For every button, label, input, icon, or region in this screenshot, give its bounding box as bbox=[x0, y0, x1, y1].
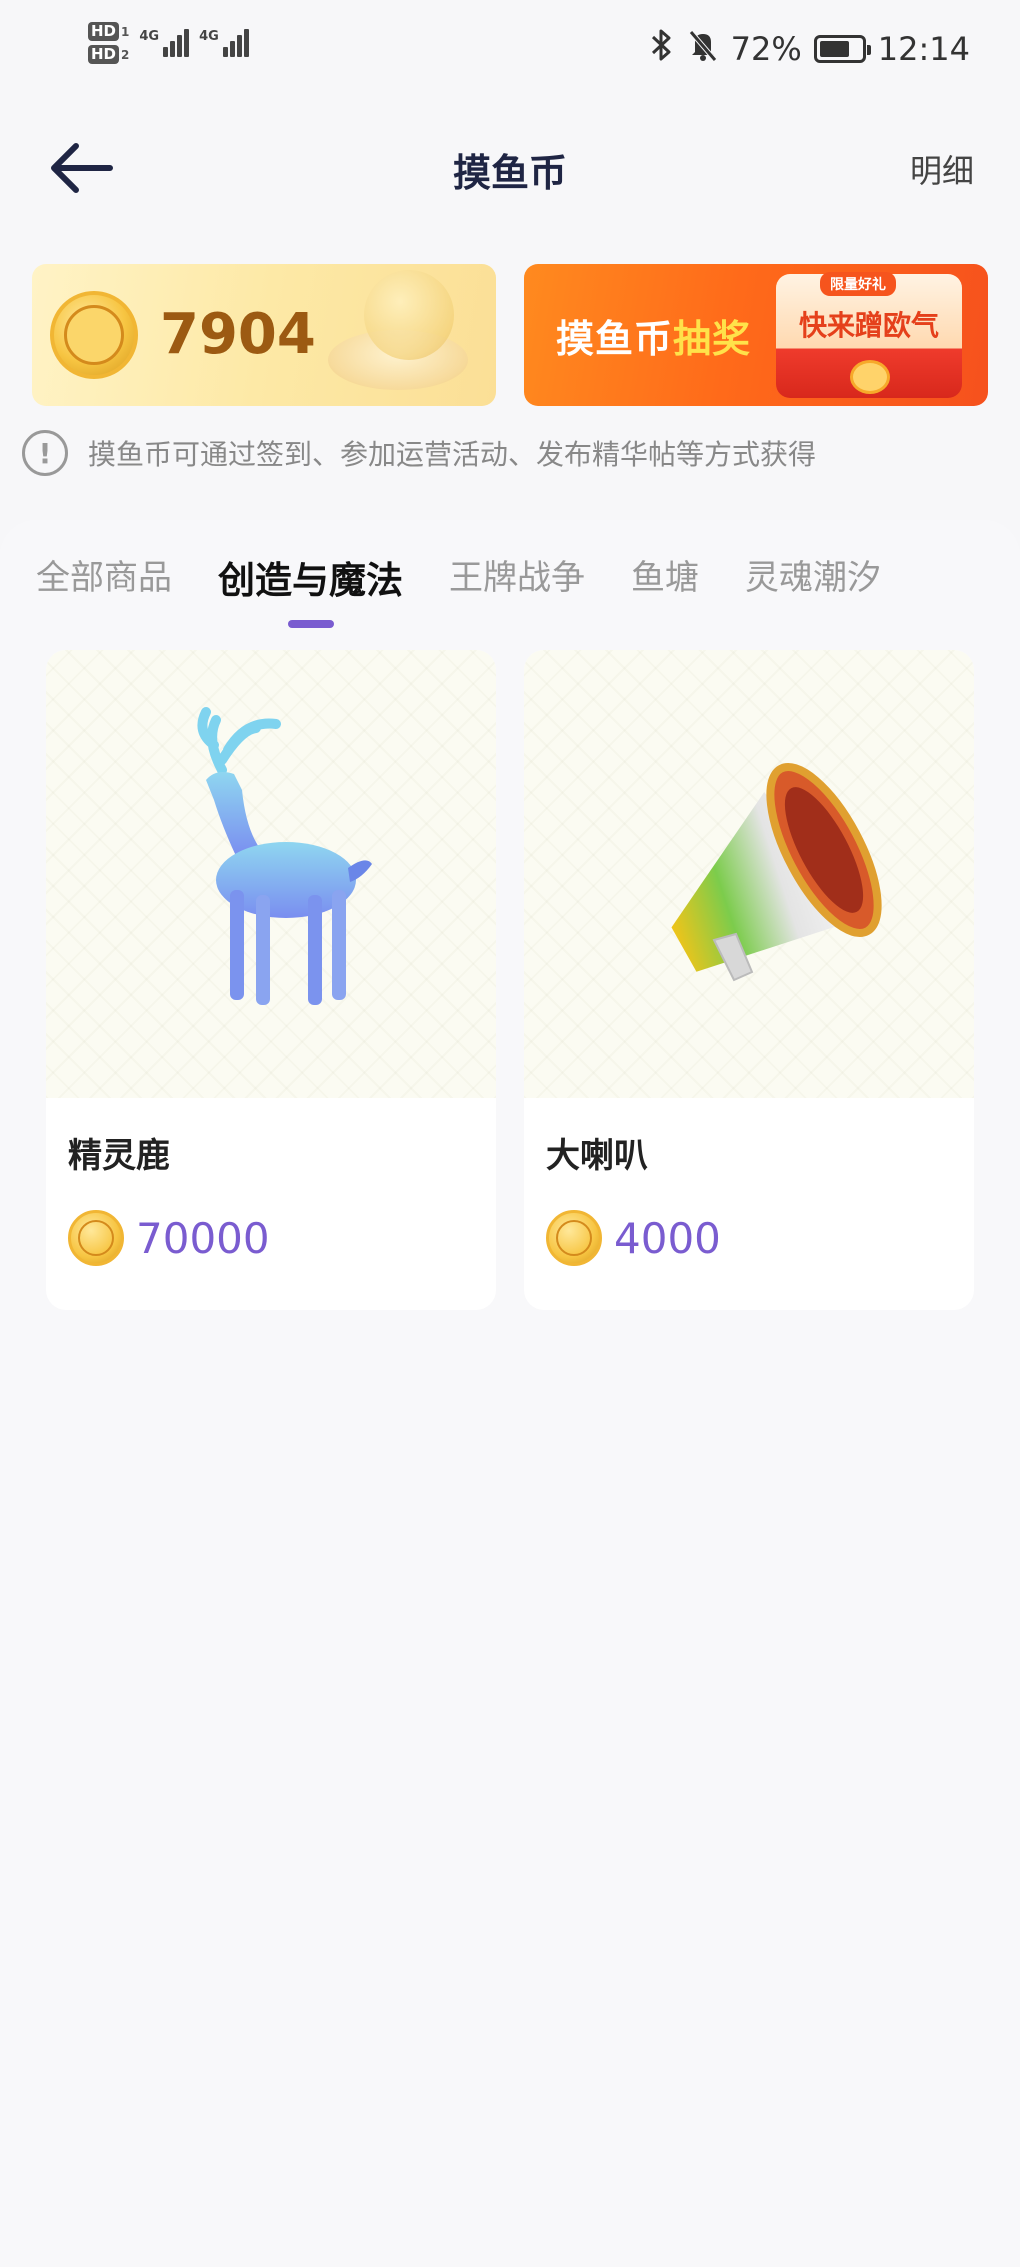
product-name: 精灵鹿 bbox=[68, 1136, 170, 1176]
battery-icon bbox=[813, 35, 871, 63]
lottery-tag: 限量好礼 bbox=[820, 272, 896, 296]
price-value: 70000 bbox=[136, 1213, 270, 1263]
hd-indicators: HD 1 HD 2 bbox=[88, 22, 129, 64]
hd-indicator-2: HD 2 bbox=[88, 45, 129, 64]
coin-icon bbox=[546, 1210, 602, 1266]
product-name: 大喇叭 bbox=[546, 1136, 648, 1176]
product-card-megaphone[interactable]: 大喇叭 4000 bbox=[524, 650, 974, 1310]
lottery-card: 限量好礼 快来蹭欧气 bbox=[776, 272, 962, 398]
product-price: 70000 bbox=[68, 1210, 270, 1266]
category-tabs: 全部商品 创造与魔法 王牌战争 鱼塘 灵魂潮汐 bbox=[36, 550, 881, 628]
network-type-2: 4G bbox=[199, 29, 219, 44]
status-left: HD 1 HD 2 4G 4G bbox=[88, 22, 249, 64]
coin-icon bbox=[68, 1210, 124, 1266]
tab-creation-magic[interactable]: 创造与魔法 bbox=[218, 550, 403, 628]
decor-coin-icon bbox=[364, 270, 454, 360]
gift-icon bbox=[850, 360, 890, 394]
hd-indicator-1: HD 1 bbox=[88, 22, 129, 41]
lottery-cta: 快来蹭欧气 bbox=[798, 309, 939, 342]
exclamation-icon: ! bbox=[22, 430, 68, 476]
product-card-deer[interactable]: 精灵鹿 70000 bbox=[46, 650, 496, 1310]
product-grid: 精灵鹿 70000 大喇叭 4000 bbox=[46, 650, 974, 1310]
tip-text: 摸鱼币可通过签到、参加运营活动、发布精华帖等方式获得 bbox=[88, 438, 817, 471]
status-right: 72% 12:14 bbox=[649, 28, 970, 70]
product-panel: 全部商品 创造与魔法 王牌战争 鱼塘 灵魂潮汐 精灵鹿 70000 大喇叭 40… bbox=[0, 520, 1020, 2267]
product-image bbox=[524, 650, 974, 1098]
price-value: 4000 bbox=[614, 1213, 721, 1263]
detail-link[interactable]: 明细 bbox=[910, 146, 974, 192]
app-header: 摸鱼币 明细 bbox=[0, 104, 1020, 228]
status-bar: HD 1 HD 2 4G 4G 72% 12:14 bbox=[0, 0, 1020, 104]
battery-level bbox=[819, 41, 849, 57]
bluetooth-icon bbox=[649, 28, 675, 70]
tab-fish-pond[interactable]: 鱼塘 bbox=[631, 550, 699, 604]
page: HD 1 HD 2 4G 4G 72% 12:14 摸鱼币 明细 7904 摸鱼… bbox=[0, 0, 1020, 2267]
product-image bbox=[46, 650, 496, 1098]
balance-card: 7904 bbox=[32, 264, 496, 406]
page-title: 摸鱼币 bbox=[452, 151, 567, 195]
coin-icon bbox=[50, 291, 138, 379]
balance-amount: 7904 bbox=[160, 302, 316, 367]
tab-ace-war[interactable]: 王牌战争 bbox=[449, 550, 585, 604]
signal-icon: 4G bbox=[139, 29, 190, 57]
mute-bell-icon bbox=[687, 28, 719, 70]
tab-indicator bbox=[287, 620, 334, 628]
clock: 12:14 bbox=[877, 30, 970, 68]
tab-soul-tide[interactable]: 灵魂潮汐 bbox=[745, 550, 881, 604]
megaphone-icon bbox=[671, 763, 882, 982]
battery-percent: 72% bbox=[730, 30, 802, 68]
product-price: 4000 bbox=[546, 1210, 721, 1266]
lottery-title: 摸鱼币抽奖 bbox=[556, 317, 752, 361]
tab-all[interactable]: 全部商品 bbox=[36, 550, 172, 604]
banner-row: 7904 摸鱼币抽奖 限量好礼 快来蹭欧气 bbox=[32, 264, 988, 406]
lottery-banner[interactable]: 摸鱼币抽奖 限量好礼 快来蹭欧气 bbox=[524, 264, 988, 406]
signal-icon-2: 4G bbox=[199, 29, 249, 57]
network-type-1: 4G bbox=[139, 29, 160, 44]
info-tip: ! 摸鱼币可通过签到、参加运营活动、发布精华帖等方式获得 bbox=[22, 430, 816, 476]
deer-icon bbox=[197, 707, 372, 1005]
